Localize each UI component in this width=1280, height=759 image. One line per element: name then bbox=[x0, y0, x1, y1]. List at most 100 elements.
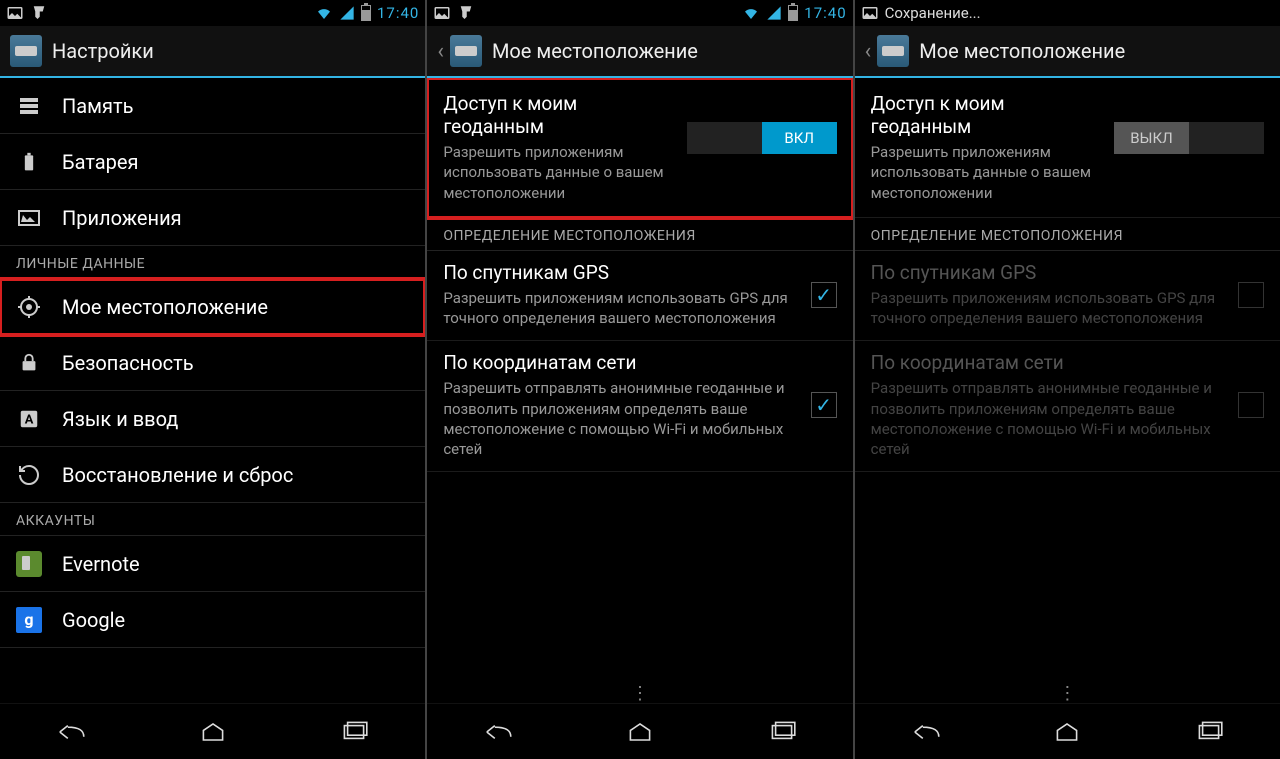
statusbar: 17:40 bbox=[0, 0, 425, 26]
clock: 17:40 bbox=[377, 4, 419, 22]
page-title: Мое местоположение bbox=[492, 39, 698, 63]
row-label: Восстановление и сброс bbox=[62, 463, 293, 487]
row-storage[interactable]: Память bbox=[0, 78, 425, 134]
nav-bar bbox=[427, 703, 852, 759]
download-icon bbox=[30, 4, 48, 22]
overflow-icon[interactable]: ⋮ bbox=[631, 691, 649, 697]
apps-icon bbox=[16, 205, 42, 231]
page-title: Настройки bbox=[52, 39, 154, 63]
screen-settings: 17:40 Настройки Память Батарея Приложени… bbox=[0, 0, 425, 759]
wifi-icon bbox=[315, 5, 333, 21]
google-icon: g bbox=[16, 607, 42, 633]
evernote-icon bbox=[16, 551, 42, 577]
restore-icon bbox=[16, 462, 42, 488]
toggle-geo-access[interactable]: ВЫКЛ bbox=[1114, 122, 1264, 154]
clock: 17:40 bbox=[804, 4, 846, 22]
row-apps[interactable]: Приложения bbox=[0, 190, 425, 246]
pref-sub: Разрешить приложениям использовать GPS д… bbox=[871, 288, 1226, 329]
row-label: Приложения bbox=[62, 206, 182, 230]
pref-gps: По спутникам GPS Разрешить приложениям и… bbox=[855, 251, 1280, 342]
row-label: Язык и ввод bbox=[62, 407, 178, 431]
location-settings: Доступ к моим геоданным Разрешить прилож… bbox=[855, 78, 1280, 703]
location-settings: Доступ к моим геоданным Разрешить прилож… bbox=[427, 78, 852, 703]
battery-icon bbox=[788, 5, 798, 21]
pref-gps[interactable]: По спутникам GPS Разрешить приложениям и… bbox=[427, 251, 852, 342]
section-personal: ЛИЧНЫЕ ДАННЫЕ bbox=[0, 246, 425, 279]
battery-icon bbox=[361, 5, 371, 21]
nav-recent[interactable] bbox=[324, 712, 384, 752]
screen-location-off: Сохранение... ‹ Мое местоположение Досту… bbox=[855, 0, 1280, 759]
row-battery[interactable]: Батарея bbox=[0, 134, 425, 190]
saving-label: Сохранение... bbox=[885, 4, 981, 22]
settings-list[interactable]: Память Батарея Приложения ЛИЧНЫЕ ДАННЫЕ … bbox=[0, 78, 425, 703]
back-icon: ‹ bbox=[437, 39, 444, 64]
settings-icon bbox=[877, 35, 909, 67]
pref-title: По спутникам GPS bbox=[443, 261, 798, 284]
nav-back[interactable] bbox=[896, 712, 956, 752]
row-language[interactable]: A Язык и ввод bbox=[0, 391, 425, 447]
section-location-sources: ОПРЕДЕЛЕНИЕ МЕСТОПОЛОЖЕНИЯ bbox=[855, 218, 1280, 251]
nav-back[interactable] bbox=[41, 712, 101, 752]
pref-geo-access[interactable]: Доступ к моим геоданным Разрешить прилож… bbox=[855, 78, 1280, 218]
image-icon bbox=[6, 4, 24, 22]
row-label: Безопасность bbox=[62, 351, 194, 375]
row-google[interactable]: g Google bbox=[0, 592, 425, 648]
checkbox-network[interactable]: ✓ bbox=[811, 392, 837, 418]
nav-bar bbox=[0, 703, 425, 759]
lock-icon bbox=[16, 350, 42, 376]
nav-recent[interactable] bbox=[752, 712, 812, 752]
battery-icon bbox=[16, 149, 42, 175]
language-icon: A bbox=[16, 406, 42, 432]
checkbox-gps bbox=[1238, 282, 1264, 308]
pref-title: По координатам сети bbox=[443, 351, 798, 374]
wifi-icon bbox=[742, 5, 760, 21]
pref-network[interactable]: По координатам сети Разрешить отправлять… bbox=[427, 341, 852, 472]
pref-geo-access[interactable]: Доступ к моим геоданным Разрешить прилож… bbox=[427, 78, 852, 218]
svg-text:A: A bbox=[25, 412, 34, 427]
row-location[interactable]: Мое местоположение bbox=[0, 279, 425, 335]
row-backup[interactable]: Восстановление и сброс bbox=[0, 447, 425, 503]
section-location-sources: ОПРЕДЕЛЕНИЕ МЕСТОПОЛОЖЕНИЯ bbox=[427, 218, 852, 251]
pref-sub: Разрешить приложениям использовать данны… bbox=[443, 142, 674, 203]
nav-home[interactable] bbox=[1037, 712, 1097, 752]
row-label: Мое местоположение bbox=[62, 295, 268, 319]
nav-home[interactable] bbox=[183, 712, 243, 752]
overflow-icon[interactable]: ⋮ bbox=[1058, 691, 1076, 697]
nav-bar bbox=[855, 703, 1280, 759]
checkbox-gps[interactable]: ✓ bbox=[811, 282, 837, 308]
toggle-geo-access[interactable]: ВКЛ bbox=[687, 122, 837, 154]
row-label: Evernote bbox=[62, 552, 140, 576]
toggle-off-label: ВЫКЛ bbox=[1114, 122, 1189, 154]
nav-back[interactable] bbox=[468, 712, 528, 752]
location-icon bbox=[16, 294, 42, 320]
pref-title: По спутникам GPS bbox=[871, 261, 1226, 284]
titlebar[interactable]: ‹ Мое местоположение bbox=[427, 26, 852, 78]
pref-sub: Разрешить отправлять анонимные геоданные… bbox=[443, 378, 798, 459]
row-label: Память bbox=[62, 94, 133, 118]
pref-network: По координатам сети Разрешить отправлять… bbox=[855, 341, 1280, 472]
statusbar: 17:40 bbox=[427, 0, 852, 26]
pref-sub: Разрешить отправлять анонимные геоданные… bbox=[871, 378, 1226, 459]
image-icon bbox=[433, 4, 451, 22]
row-label: Батарея bbox=[62, 150, 138, 174]
titlebar[interactable]: ‹ Мое местоположение bbox=[855, 26, 1280, 78]
row-label: Google bbox=[62, 608, 125, 632]
row-security[interactable]: Безопасность bbox=[0, 335, 425, 391]
pref-title: По координатам сети bbox=[871, 351, 1226, 374]
signal-icon bbox=[766, 5, 782, 21]
checkbox-network bbox=[1238, 392, 1264, 418]
storage-icon bbox=[16, 93, 42, 119]
statusbar: Сохранение... bbox=[855, 0, 1280, 26]
row-evernote[interactable]: Evernote bbox=[0, 536, 425, 592]
settings-icon bbox=[10, 35, 42, 67]
pref-sub: Разрешить приложениям использовать GPS д… bbox=[443, 288, 798, 329]
back-icon: ‹ bbox=[865, 39, 872, 64]
nav-recent[interactable] bbox=[1179, 712, 1239, 752]
screen-location-on: 17:40 ‹ Мое местоположение Доступ к моим… bbox=[427, 0, 852, 759]
titlebar: Настройки bbox=[0, 26, 425, 78]
pref-title: Доступ к моим геоданным bbox=[871, 92, 1102, 138]
nav-home[interactable] bbox=[610, 712, 670, 752]
pref-sub: Разрешить приложениям использовать данны… bbox=[871, 142, 1102, 203]
download-icon bbox=[457, 4, 475, 22]
section-accounts: АККАУНТЫ bbox=[0, 503, 425, 536]
